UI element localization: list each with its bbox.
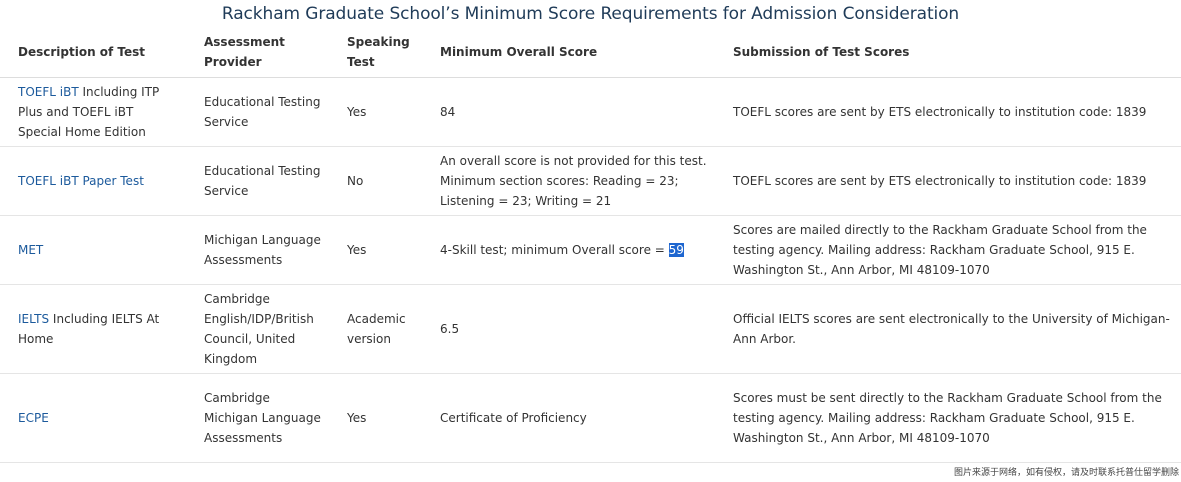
provider-cell: Michigan Language Assessments: [186, 215, 329, 285]
table-header-row: Description of Test Assessment Provider …: [0, 27, 1181, 78]
minimum-score-cell: 6.5: [422, 284, 715, 374]
test-cell: TOEFL iBT Including ITP Plus and TOEFL i…: [0, 77, 186, 147]
table-row: TOEFL iBT Including ITP Plus and TOEFL i…: [0, 77, 1181, 147]
test-cell: IELTS Including IELTS At Home: [0, 284, 186, 374]
header-minimum-overall-score: Minimum Overall Score: [422, 27, 715, 78]
speaking-cell: No: [329, 146, 422, 216]
selected-text-highlight[interactable]: 59: [668, 243, 684, 257]
speaking-cell: Academic version: [329, 284, 422, 374]
minimum-score-cell: 84: [422, 77, 715, 147]
submission-cell: TOEFL scores are sent by ETS electronica…: [715, 77, 1181, 147]
submission-cell: Scores are mailed directly to the Rackha…: [715, 215, 1181, 285]
submission-cell: Official IELTS scores are sent electroni…: [715, 284, 1181, 374]
minimum-score-cell: 4-Skill test; minimum Overall score = 59: [422, 215, 715, 285]
table-row: IELTS Including IELTS At Home Cambridge …: [0, 284, 1181, 374]
submission-cell: TOEFL scores are sent by ETS electronica…: [715, 146, 1181, 216]
toefl-ibt-paper-test-link[interactable]: TOEFL iBT Paper Test: [18, 174, 144, 188]
header-description-of-test: Description of Test: [0, 27, 186, 78]
watermark-text: 图片来源于网络，如有侵权，请及时联系托普仕留学删除: [953, 468, 1179, 478]
table-row: MET Michigan Language Assessments Yes 4-…: [0, 215, 1181, 285]
test-cell: TOEFL iBT Paper Test: [0, 146, 186, 216]
minimum-score-cell: An overall score is not provided for thi…: [422, 146, 715, 216]
score-requirements-table: Description of Test Assessment Provider …: [0, 27, 1181, 463]
minimum-score-text: 4-Skill test; minimum Overall score =: [440, 243, 669, 257]
test-cell: ECPE: [0, 373, 186, 463]
toefl-ibt-link[interactable]: TOEFL iBT: [18, 85, 79, 99]
table-row: ECPE Cambridge Michigan Language Assessm…: [0, 373, 1181, 463]
speaking-cell: Yes: [329, 215, 422, 285]
ecpe-link[interactable]: ECPE: [18, 411, 49, 425]
minimum-score-cell: Certificate of Proficiency: [422, 373, 715, 463]
submission-cell: Scores must be sent directly to the Rack…: [715, 373, 1181, 463]
speaking-cell: Yes: [329, 373, 422, 463]
test-cell: MET: [0, 215, 186, 285]
header-submission-of-test-scores: Submission of Test Scores: [715, 27, 1181, 78]
speaking-cell: Yes: [329, 77, 422, 147]
provider-cell: Educational Testing Service: [186, 146, 329, 216]
header-speaking-test: Speaking Test: [329, 27, 422, 78]
table-row: TOEFL iBT Paper Test Educational Testing…: [0, 146, 1181, 216]
provider-cell: Cambridge Michigan Language Assessments: [186, 373, 329, 463]
met-link[interactable]: MET: [18, 243, 43, 257]
provider-cell: Educational Testing Service: [186, 77, 329, 147]
provider-cell: Cambridge English/IDP/British Council, U…: [186, 284, 329, 374]
ielts-link[interactable]: IELTS: [18, 312, 49, 326]
header-assessment-provider: Assessment Provider: [186, 27, 329, 78]
table-caption: Rackham Graduate School’s Minimum Score …: [221, 4, 960, 24]
